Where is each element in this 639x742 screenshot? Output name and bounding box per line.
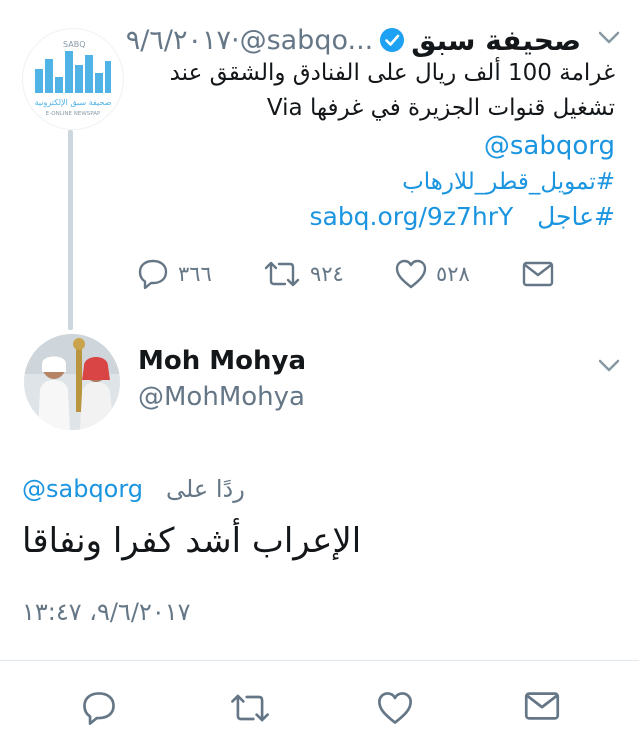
retweet-icon	[264, 261, 300, 287]
like-count: ٥٢٨	[436, 262, 470, 286]
replying-to: ردًا على @sabqorg	[22, 472, 245, 506]
reply-timestamp: ٩/٦/٢٠١٧، ١٣:٤٧	[22, 598, 191, 626]
reply-display-name[interactable]: Moh Mohya	[138, 346, 306, 376]
avatar[interactable]	[24, 334, 120, 430]
sabq-logo[interactable]: SABQ صحيفة سبق الإلكترونية E-ONLINE NEWS…	[22, 28, 124, 130]
tweet-text-line: #عاجل sabq.org/9z7hrY	[309, 197, 615, 237]
verified-badge-icon	[380, 28, 405, 52]
thread-connector-line	[68, 130, 73, 330]
tweet-text-line: غرامة 100 ألف ريال على الفنادق والشقق عن…	[169, 60, 615, 86]
parent-display-name[interactable]: صحيفة سبق	[411, 24, 581, 57]
replying-to-handle[interactable]: @sabqorg	[22, 475, 143, 503]
date-separator: ·	[230, 24, 240, 56]
retweet-button[interactable]	[228, 690, 272, 730]
divider	[0, 660, 639, 661]
envelope-icon	[522, 261, 554, 287]
reply-icon	[138, 259, 168, 290]
hashtag-link[interactable]: #تمويل_قطر_للارهاب	[402, 164, 615, 200]
url-link[interactable]: sabq.org/9z7hrY	[309, 202, 513, 231]
reply-handle[interactable]: @MohMohya	[138, 382, 305, 412]
direct-message-button[interactable]	[522, 256, 554, 292]
chevron-down-icon[interactable]	[597, 30, 621, 46]
parent-tweet-header: صحيفة سبق @sabqo... · ٩/٦/٢٠١٧	[126, 20, 581, 60]
reply-count: ٣٦٦	[178, 262, 212, 286]
reply-icon	[83, 692, 115, 725]
parent-handle[interactable]: @sabqo...	[240, 25, 374, 56]
retweet-button[interactable]: ٩٢٤	[262, 256, 344, 292]
retweet-icon	[231, 694, 269, 722]
logo-small-text: SABQ	[63, 40, 85, 49]
avatar-photo	[24, 334, 120, 430]
tweet-text-line: تشغيل قنوات الجزيرة في غرفها Via	[266, 95, 615, 121]
logo-arabic-caption: صحيفة سبق الإلكترونية	[35, 98, 112, 108]
reply-button[interactable]	[80, 690, 118, 730]
parent-tweet-date[interactable]: ٩/٦/٢٠١٧	[126, 25, 231, 56]
heart-icon	[395, 259, 427, 289]
sabq-logo-graphic: SABQ صحيفة سبق الإلكترونية E-ONLINE NEWS…	[35, 40, 112, 117]
like-button[interactable]	[376, 690, 414, 730]
mention-link[interactable]: @sabqorg	[484, 128, 615, 164]
chevron-down-icon[interactable]	[597, 358, 621, 374]
logo-english-caption: E-ONLINE NEWSPAP	[46, 111, 101, 117]
envelope-icon	[524, 692, 560, 720]
reply-tweet-text: الإعراب أشد كفرا ونفاقا	[22, 521, 362, 561]
direct-message-button[interactable]	[524, 690, 560, 726]
replying-to-label: ردًا على	[165, 475, 245, 503]
retweet-count: ٩٢٤	[310, 262, 344, 286]
reply-button[interactable]: ٣٦٦	[136, 256, 212, 292]
like-button[interactable]: ٥٢٨	[394, 256, 470, 292]
heart-icon	[378, 692, 412, 724]
hashtag-link[interactable]: #عاجل	[537, 202, 615, 231]
